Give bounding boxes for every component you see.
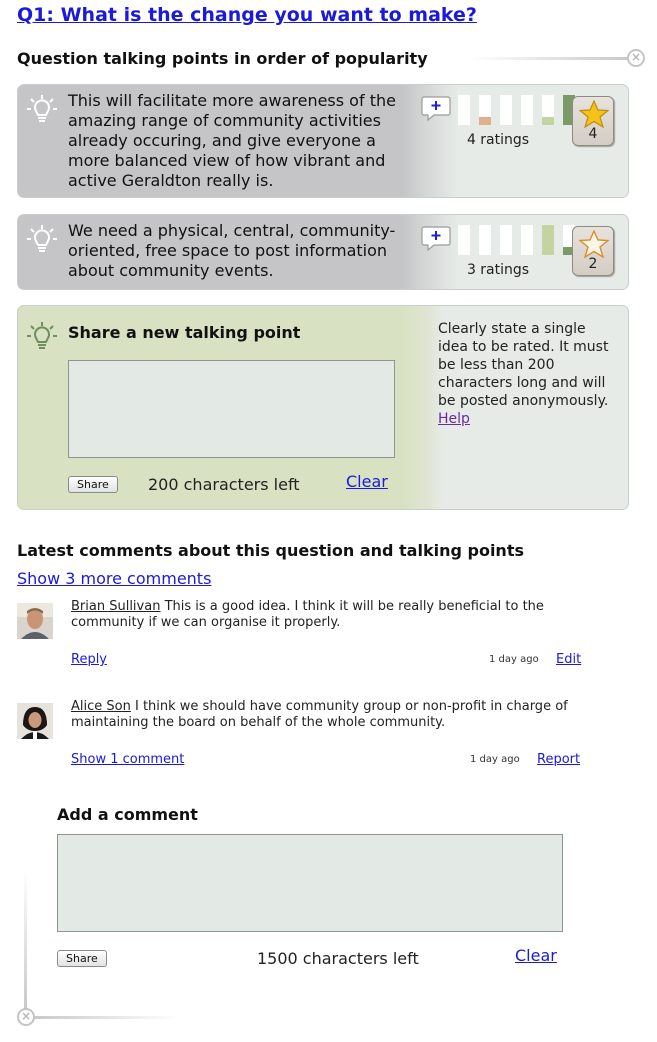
lightbulb-icon <box>27 322 57 349</box>
ratings-count: 4 ratings <box>466 132 530 148</box>
avatar <box>17 603 53 639</box>
share-help-text: Clearly state a single idea to be rated.… <box>438 320 613 428</box>
show-more-comments-link[interactable]: Show 3 more comments <box>17 569 211 588</box>
rating-bar[interactable] <box>479 95 491 125</box>
talking-point-card: We need a physical, central, community-o… <box>17 214 629 290</box>
rating-bar[interactable] <box>521 225 533 255</box>
rating-bar-fill <box>542 117 554 125</box>
rating-bar[interactable] <box>500 95 512 125</box>
rating-bars[interactable] <box>458 95 584 125</box>
edit-link[interactable]: Edit <box>556 652 581 667</box>
comment-time: 1 day ago <box>470 754 520 765</box>
share-title: Share a new talking point <box>68 323 301 342</box>
report-link[interactable]: Report <box>537 752 580 767</box>
comment-author-link[interactable]: Brian Sullivan <box>71 599 160 614</box>
talking-point-input[interactable] <box>68 360 395 458</box>
help-text: Clearly state a single idea to be rated.… <box>438 321 609 409</box>
lightbulb-icon <box>27 225 57 252</box>
comment-body: Alice Son I think we should have communi… <box>71 699 581 731</box>
clear-button[interactable]: Clear <box>346 472 388 491</box>
rating-bar[interactable] <box>542 95 554 125</box>
comment-text: I think we should have community group o… <box>71 699 568 730</box>
share-button[interactable]: Share <box>68 476 118 493</box>
talking-point-text: We need a physical, central, community-o… <box>68 221 396 280</box>
decorative-line <box>470 57 630 60</box>
talking-points-heading: Question talking points in order of popu… <box>17 49 428 68</box>
avatar <box>17 703 53 739</box>
rate-star-button[interactable]: 2 <box>572 226 614 276</box>
show-replies-link[interactable]: Show 1 comment <box>71 752 184 767</box>
rating-bars[interactable] <box>458 225 584 255</box>
rate-star-button[interactable]: 4 <box>572 96 614 146</box>
comment-time: 1 day ago <box>489 654 539 665</box>
rating-bar[interactable] <box>458 225 470 255</box>
share-comment-button[interactable]: Share <box>57 950 107 967</box>
comments-heading: Latest comments about this question and … <box>17 541 524 560</box>
rating-bar[interactable] <box>521 95 533 125</box>
page-title[interactable]: Q1: What is the change you want to make? <box>17 4 477 26</box>
close-circle-icon[interactable]: × <box>627 49 645 67</box>
decorative-line <box>24 870 27 1010</box>
clear-button[interactable]: Clear <box>515 946 557 965</box>
rating-bar[interactable] <box>500 225 512 255</box>
close-circle-icon[interactable]: × <box>17 1008 35 1026</box>
add-comment-icon[interactable] <box>421 225 451 251</box>
star-icon <box>579 100 609 128</box>
rating-bar[interactable] <box>479 225 491 255</box>
rating-bar[interactable] <box>542 225 554 255</box>
add-comment-title: Add a comment <box>57 805 198 824</box>
decorative-line <box>30 1016 180 1019</box>
star-count: 2 <box>588 256 598 272</box>
star-icon <box>579 230 609 258</box>
talking-point-text: This will facilitate more awareness of t… <box>68 91 396 190</box>
talking-point-card: This will facilitate more awareness of t… <box>17 84 629 198</box>
star-count: 4 <box>588 126 598 142</box>
help-link[interactable]: Help <box>438 411 470 427</box>
lightbulb-icon <box>27 95 57 122</box>
comment-body: Brian Sullivan This is a good idea. I th… <box>71 599 581 631</box>
share-talking-point-panel: Share a new talking point Share 200 char… <box>17 305 629 510</box>
comment-input[interactable] <box>57 834 563 932</box>
comment-author-link[interactable]: Alice Son <box>71 699 131 714</box>
ratings-count: 3 ratings <box>466 262 530 278</box>
reply-link[interactable]: Reply <box>71 652 107 667</box>
add-comment-icon[interactable] <box>421 95 451 121</box>
rating-bar[interactable] <box>458 95 470 125</box>
chars-left: 1500 characters left <box>257 949 419 968</box>
rating-bar-fill <box>542 225 554 255</box>
chars-left: 200 characters left <box>148 475 300 494</box>
rating-bar-fill <box>479 117 491 125</box>
